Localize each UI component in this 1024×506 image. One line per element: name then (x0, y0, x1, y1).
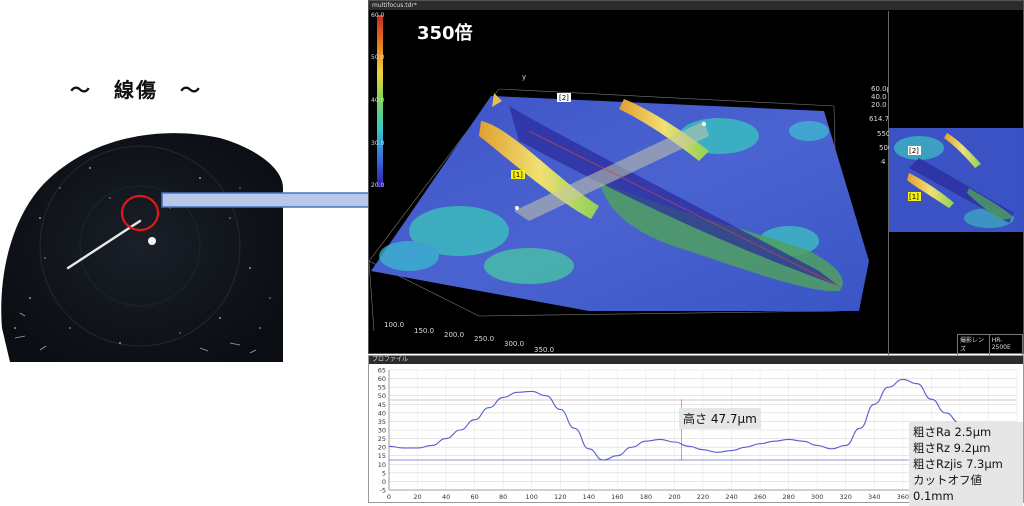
z-axis-tick: 40.0 (871, 93, 887, 101)
y-axis-tick: 4 (881, 158, 886, 166)
y-tick-label: 60 (378, 375, 386, 383)
window-title: multifocus.tdr* (369, 1, 1023, 10)
x-tick-label: 80 (499, 493, 507, 501)
y-axis-tick: 614.7 (869, 115, 889, 123)
3d-surface-view[interactable]: y 60.0μ 40.0 20.0 614.7 100.0 150.0 200.… (369, 11, 889, 355)
y-tick-label: 40 (378, 409, 386, 417)
color-scale-tick: 30.0 (371, 140, 385, 147)
x-tick-label: 320 (840, 493, 852, 501)
x-axis-tick: 200.0 (444, 331, 464, 339)
y-tick-label: 55 (378, 384, 386, 392)
x-tick-label: 220 (697, 493, 709, 501)
x-tick-label: 100 (526, 493, 538, 501)
x-tick-label: 180 (640, 493, 652, 501)
height-label: 高さ 47.7μm (679, 408, 761, 429)
y-tick-label: 50 (378, 392, 386, 400)
x-tick-label: 0 (387, 493, 391, 501)
y-tick-label: 35 (378, 418, 386, 426)
stat-rz: 粗さRz 9.2μm (913, 441, 991, 455)
x-axis-tick: 300.0 (504, 340, 524, 348)
table-row: 撮影レンズ HR-2500E (957, 334, 1024, 354)
y-tick-label: -5 (380, 487, 386, 495)
x-tick-label: 40 (442, 493, 450, 501)
window-title: プロファイル (369, 356, 1023, 364)
y-tick-label: 0 (382, 478, 386, 486)
x-tick-label: 300 (811, 493, 823, 501)
x-tick-label: 200 (668, 493, 680, 501)
info-key: 撮影レンズ (957, 334, 990, 354)
x-tick-label: 340 (868, 493, 880, 501)
y-tick-label: 15 (378, 452, 386, 460)
x-tick-label: 60 (470, 493, 478, 501)
microscope-photo (0, 128, 283, 362)
y-tick-label: 30 (378, 427, 386, 435)
z-axis-tick: 20.0 (871, 101, 887, 109)
x-tick-label: 260 (754, 493, 766, 501)
color-scale-tick: 60.0 (371, 12, 385, 19)
color-scale-tick: 50.0 (371, 54, 385, 61)
profile-window[interactable]: プロファイル -5 0 5 10 15 20 25 30 35 40 45 50 55 60 65 0 20 40… (368, 355, 1024, 506)
x-axis-tick: 250.0 (474, 335, 494, 343)
z-axis-tick: 60.0μ (871, 85, 889, 93)
color-scale-tick: 40.0 (371, 97, 385, 104)
y-tick-label: 45 (378, 401, 386, 409)
stat-ra: 粗さRa 2.5μm (913, 425, 992, 439)
x-tick-label: 140 (583, 493, 595, 501)
x-tick-label: 240 (725, 493, 737, 501)
thumb-marker-2: [2] (909, 147, 919, 155)
x-axis-tick: 350.0 (534, 346, 554, 354)
thumbnail-view[interactable]: [2] [1] (889, 128, 1023, 232)
x-tick-label: 360 (897, 493, 909, 501)
x-axis-tick: 150.0 (414, 327, 434, 335)
y-tick-label: 25 (378, 435, 386, 443)
x-tick-label: 160 (611, 493, 623, 501)
page-title: ～ 線傷 ～ (70, 78, 202, 102)
marker-1: [1] (513, 171, 523, 179)
thumb-marker-1: [1] (909, 193, 919, 201)
x-tick-label: 280 (782, 493, 794, 501)
magnification-label: 350倍 (417, 23, 473, 44)
roughness-stats: 粗さRa 2.5μm 粗さRz 9.2μm 粗さRzjis 7.3μm カットオ… (909, 422, 1023, 506)
3d-viewer-window[interactable]: multifocus.tdr* y 60.0 40.0 20.0 614.7 1… (368, 0, 1024, 364)
y-tick-label: 20 (378, 444, 386, 452)
marker-2: [2] (559, 94, 569, 102)
y-tick-label: 10 (378, 461, 386, 469)
x-tick-label: 20 (413, 493, 421, 501)
stat-rzjis: 粗さRzjis 7.3μm (913, 457, 1003, 471)
color-scale-tick: 20.0 (371, 182, 385, 189)
x-axis-tick: 100.0 (384, 321, 404, 329)
y-tick-label: 65 (378, 367, 386, 375)
stat-cutoff: カットオフ値 0.1mm (913, 473, 982, 503)
info-value: HR-2500E (988, 334, 1024, 354)
x-tick-label: 120 (554, 493, 566, 501)
y-axis-letter: y (522, 73, 526, 81)
y-tick-label: 5 (382, 469, 386, 477)
